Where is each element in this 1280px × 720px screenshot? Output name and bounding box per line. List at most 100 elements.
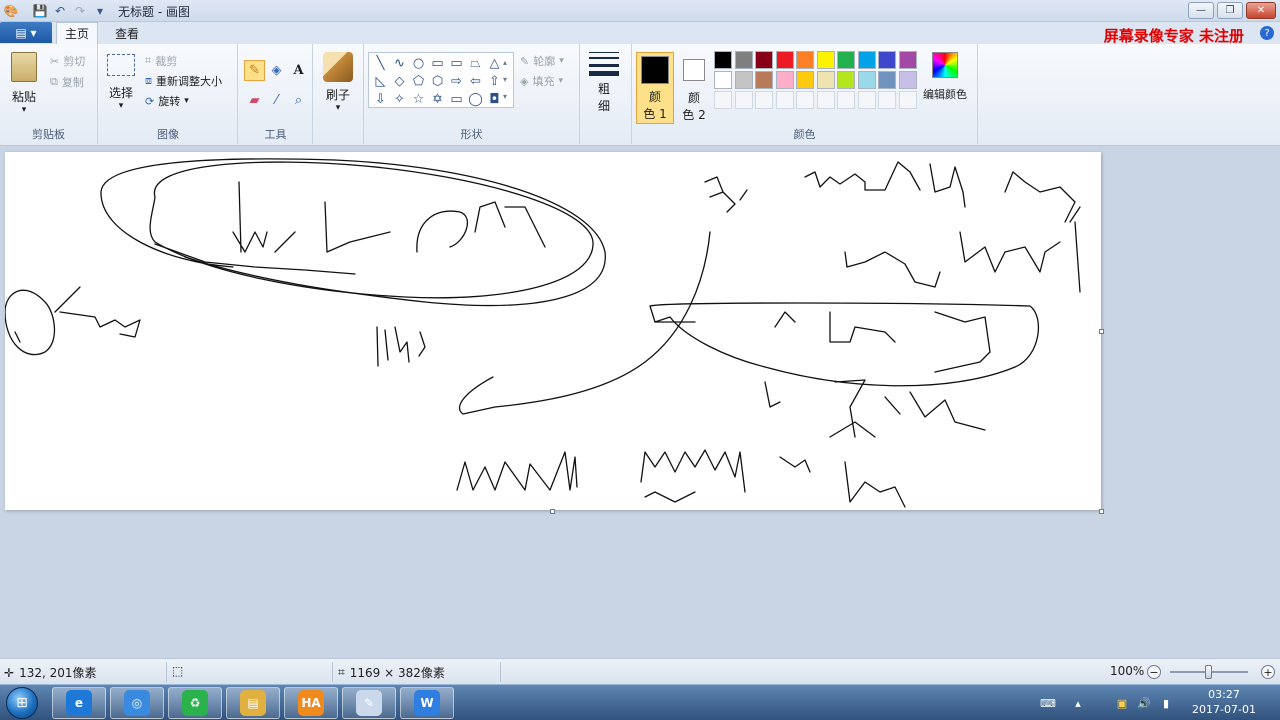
tab-home[interactable]: 主页 [56,22,98,44]
paste-button[interactable]: 粘贴 ▾ [8,52,40,115]
tab-view[interactable]: 查看 [106,22,148,44]
palette-color-swatch[interactable] [796,51,814,69]
palette-color-swatch[interactable] [775,51,794,69]
color1-button[interactable]: 颜 色 1 [636,52,674,124]
resize-handle-right[interactable] [1099,329,1104,334]
edit-colors-button[interactable]: 编辑颜色 [920,52,970,102]
shapes-gallery[interactable]: ╲ ∿ ○ ▭ ▭ ⏢ △ ◺ ◇ ⬠ ⬡ ⇨ ⇦ ⇧ ⇩ ✧ ☆ ✡ ▭ ◯ ◘ [368,52,514,108]
palette-color-swatch[interactable] [714,71,732,89]
shape-item[interactable]: ⇨ [447,72,466,90]
palette-custom-slot[interactable] [734,91,753,109]
cut-button[interactable]: ✂ 剪切 [50,53,85,69]
palette-color-swatch[interactable] [755,51,773,69]
canvas-area[interactable] [0,146,1280,658]
taskbar-app-explorer[interactable]: ▤ [226,687,280,719]
palette-color-swatch[interactable] [898,51,917,69]
select-button[interactable]: 选择 ▾ [105,54,137,111]
palette-color-swatch[interactable] [816,51,835,69]
shape-item[interactable]: ⬠ [409,72,428,90]
paste-dropdown-icon[interactable]: ▾ [22,105,27,115]
color2-button[interactable]: 颜 色 2 [675,52,713,124]
help-icon[interactable]: ? [1260,26,1274,40]
maximize-button[interactable]: ❐ [1217,2,1243,19]
palette-custom-slot[interactable] [898,91,917,109]
shape-item[interactable]: ╲ [371,54,390,72]
shape-item[interactable]: ○ [409,54,428,72]
color-picker-icon[interactable]: ⁄ [266,90,287,111]
shape-item[interactable]: ◇ [390,72,409,90]
shape-item[interactable]: ◘ [485,90,504,108]
palette-custom-slot[interactable] [796,91,814,109]
palette-color-swatch[interactable] [898,71,917,89]
palette-custom-slot[interactable] [857,91,876,109]
taskbar-app-browser[interactable]: ◎ [110,687,164,719]
palette-color-swatch[interactable] [857,71,876,89]
customize-quick-access-icon[interactable]: ▾ [92,3,108,19]
taskbar-app-ha[interactable]: HA [284,687,338,719]
taskbar-app-paint[interactable]: ✎ [342,687,396,719]
shape-item[interactable]: △ [485,54,504,72]
taskbar-clock[interactable]: 03:27 2017-07-01 [1188,687,1260,717]
palette-color-swatch[interactable] [755,71,773,89]
zoom-slider-thumb[interactable] [1205,665,1212,679]
palette-color-swatch[interactable] [816,71,835,89]
palette-custom-slot[interactable] [714,91,732,109]
taskbar-app-ie[interactable]: e [52,687,106,719]
taskbar-app-recycle[interactable]: ♻ [168,687,222,719]
palette-color-swatch[interactable] [734,71,753,89]
resize-handle-bottom[interactable] [550,509,555,514]
close-button[interactable]: ✕ [1246,2,1276,19]
shape-item[interactable]: ⇩ [371,90,390,108]
shape-item[interactable]: ⇦ [466,72,485,90]
minimize-button[interactable]: — [1188,2,1214,19]
paint-app-icon[interactable]: 🎨 [3,3,19,19]
shape-item[interactable]: ✧ [390,90,409,108]
palette-color-swatch[interactable] [837,71,855,89]
fill-bucket-icon[interactable]: ◈ [266,60,287,81]
eraser-icon[interactable]: ▰ [244,90,265,111]
shape-item[interactable]: ◺ [371,72,390,90]
keyboard-icon[interactable]: ⌨ [1040,695,1056,711]
palette-color-swatch[interactable] [714,51,732,69]
resize-button[interactable]: ⧈ 重新调整大小 [145,73,222,89]
shape-item[interactable]: ∿ [390,54,409,72]
palette-color-swatch[interactable] [796,71,814,89]
palette-color-swatch[interactable] [878,51,896,69]
palette-color-swatch[interactable] [734,51,753,69]
shape-item[interactable]: ⏢ [466,54,485,72]
palette-color-swatch[interactable] [775,71,794,89]
palette-custom-slot[interactable] [816,91,835,109]
palette-custom-slot[interactable] [775,91,794,109]
palette-custom-slot[interactable] [878,91,896,109]
rotate-dropdown-icon[interactable]: ▾ [184,96,189,106]
tray-expand-icon[interactable]: ▴ [1070,695,1086,711]
palette-color-swatch[interactable] [857,51,876,69]
pencil-icon[interactable]: ✎ [244,60,265,81]
shape-item[interactable]: ▭ [447,54,466,72]
palette-color-swatch[interactable] [878,71,896,89]
shapes-scroll[interactable]: ▴ ▾ ▾ [503,54,507,105]
shape-item[interactable]: ▭ [428,54,447,72]
palette-custom-slot[interactable] [755,91,773,109]
palette-color-swatch[interactable] [837,51,855,69]
tray-app-icon[interactable]: ▣ [1114,695,1130,711]
fill-button[interactable]: ◈ 填充 ▾ [520,73,563,89]
volume-icon[interactable]: 🔊 [1136,695,1152,711]
zoom-out-button[interactable]: − [1147,665,1161,679]
drawing-canvas[interactable] [5,152,1101,510]
palette-custom-slot[interactable] [837,91,855,109]
outline-button[interactable]: ✎ 轮廓 ▾ [520,53,564,69]
text-tool-icon[interactable]: A [288,60,309,81]
shape-item[interactable]: ⇧ [485,72,504,90]
shape-item[interactable]: ⬡ [428,72,447,90]
rotate-button[interactable]: ⟳ 旋转 ▾ [145,93,189,109]
shape-item[interactable]: ✡ [428,90,447,108]
file-menu-button[interactable]: ▤ ▾ [0,22,52,43]
shape-item[interactable]: ☆ [409,90,428,108]
resize-handle-corner[interactable] [1099,509,1104,514]
shape-item[interactable]: ▭ [447,90,466,108]
shape-item[interactable]: ◯ [466,90,485,108]
select-dropdown-icon[interactable]: ▾ [119,101,124,111]
save-icon[interactable]: 💾 [32,3,48,19]
redo-icon[interactable]: ↷ [72,3,88,19]
